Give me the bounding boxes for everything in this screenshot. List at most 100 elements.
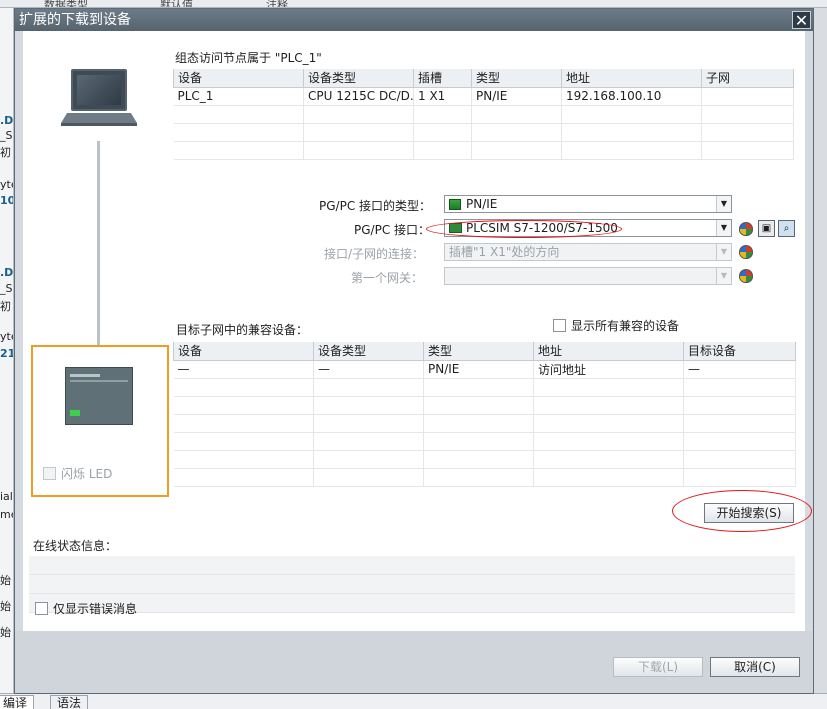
bg-frag: 始 <box>0 574 11 587</box>
bg-frag: 21 <box>0 347 14 360</box>
errors-only-checkbox[interactable] <box>35 602 48 615</box>
col-device-type[interactable]: 设备类型 <box>313 342 424 361</box>
chevron-down-icon: ▼ <box>716 268 731 284</box>
table-row[interactable]: — — PN/IE 访问地址 — <box>173 360 796 379</box>
bg-frag: _Sw <box>0 282 13 295</box>
col-device-type[interactable]: 设备类型 <box>303 69 414 88</box>
col-type[interactable]: 类型 <box>423 342 534 361</box>
cell-device: — <box>173 360 314 379</box>
pg-pc-laptop-icon <box>61 69 137 131</box>
col-type[interactable]: 类型 <box>471 69 562 88</box>
col-address[interactable]: 地址 <box>533 342 684 361</box>
target-device-box: 闪烁 LED <box>31 345 169 497</box>
cell-type: PN/IE <box>471 87 562 106</box>
bg-frag: me <box>0 508 13 521</box>
dialog-title: 扩展的下载到设备 <box>19 12 131 28</box>
plc-device-icon <box>65 367 133 425</box>
search-icon[interactable]: ⌕ <box>778 220 795 237</box>
close-button[interactable]: ✕ <box>792 11 811 29</box>
cancel-button[interactable]: 取消(C) <box>710 657 800 677</box>
online-status-label: 在线状态信息： <box>33 539 118 553</box>
connection-line <box>97 141 100 369</box>
flash-led-label: 闪烁 LED <box>61 467 113 481</box>
pgpc-type-value: PN/IE <box>466 197 498 211</box>
col-device[interactable]: 设备 <box>173 69 304 88</box>
col-device[interactable]: 设备 <box>173 342 314 361</box>
network-diagnostics-icon[interactable]: ▣ <box>758 220 775 237</box>
table-row <box>173 414 796 433</box>
table-row <box>173 141 794 160</box>
bg-frag: 初 <box>0 300 11 313</box>
gateway-shield-icon[interactable] <box>739 269 753 283</box>
table-row <box>173 378 796 397</box>
bg-frag: 始 <box>0 600 11 613</box>
table-row <box>173 123 794 142</box>
show-all-label: 显示所有兼容的设备 <box>571 319 680 333</box>
bg-frag: .D <box>0 266 14 279</box>
subnet-connection-select[interactable]: 插槽"1 X1"处的方向 ▼ <box>444 243 732 261</box>
online-status-list <box>29 556 795 613</box>
show-all-checkbox[interactable] <box>553 319 566 332</box>
connection-shield-icon[interactable] <box>739 245 753 259</box>
bg-frag: .D <box>0 114 14 127</box>
first-gateway-select[interactable]: ▼ <box>444 267 732 285</box>
errors-only-row: 仅显示错误消息 <box>35 600 137 617</box>
subnet-connection-value: 插槽"1 X1"处的方向 <box>449 245 560 259</box>
table-row <box>173 105 794 124</box>
bg-frag: yte <box>0 178 13 191</box>
bg-frag: 始 <box>0 626 11 639</box>
pgpc-type-label: PG/PC 接口的类型： <box>319 199 432 213</box>
properties-shield-icon[interactable] <box>739 222 753 236</box>
bg-header-comment: 注释 <box>266 0 288 8</box>
chevron-down-icon: ▼ <box>716 244 731 260</box>
bg-frag: 初 <box>0 146 11 159</box>
chevron-down-icon[interactable]: ▼ <box>716 220 731 236</box>
pgpc-interface-label: PG/PC 接口： <box>354 223 431 237</box>
annotation-circle-interface <box>426 220 622 238</box>
network-icon <box>449 198 461 210</box>
bg-frag: _Sw <box>0 129 13 142</box>
chevron-down-icon[interactable]: ▼ <box>716 196 731 212</box>
extended-download-dialog: 扩展的下载到设备 ✕ 闪烁 LED 组态访问节点属于 "PLC_1" 设备 设备… <box>14 8 814 694</box>
topology-panel: 闪烁 LED <box>23 31 169 511</box>
col-slot[interactable]: 插槽 <box>413 69 472 88</box>
cell-device-type: — <box>313 360 424 379</box>
tab-compile[interactable]: 编译 <box>0 695 35 709</box>
cell-address: 访问地址 <box>533 360 684 379</box>
annotation-circle-search <box>672 490 812 532</box>
col-address[interactable]: 地址 <box>561 69 702 88</box>
cell-target-device: — <box>683 360 796 379</box>
list-item <box>29 575 795 594</box>
table-row <box>173 396 796 415</box>
cell-device-type: CPU 1215C DC/D... <box>303 87 414 106</box>
table-row[interactable]: PLC_1 CPU 1215C DC/D... 1 X1 PN/IE 192.1… <box>173 87 794 106</box>
configured-nodes-table: 设备 设备类型 插槽 类型 地址 子网 PLC_1 CPU 1215C DC/D… <box>173 69 794 160</box>
bg-frag: 10 <box>0 194 14 207</box>
list-item <box>29 594 795 613</box>
background-left-panel: .D _Sw 初 yte 10 .D _Sw 初 yte 21 ial me 始… <box>0 8 14 709</box>
cell-slot: 1 X1 <box>413 87 472 106</box>
subnet-connection-label: 接口/子网的连接： <box>324 247 425 261</box>
tab-syntax[interactable]: 语法 <box>50 695 89 709</box>
bg-frag: ial <box>0 490 13 503</box>
cell-address: 192.168.100.10 <box>561 87 702 106</box>
dialog-titlebar: 扩展的下载到设备 ✕ <box>15 9 813 31</box>
cell-subnet <box>701 87 794 106</box>
table-row <box>173 432 796 451</box>
bg-frag: yte <box>0 330 13 343</box>
background-header-strip: 数据类型 默认值 注释 <box>0 0 827 8</box>
col-target-device[interactable]: 目标设备 <box>683 342 796 361</box>
bg-header-datatype: 数据类型 <box>44 0 88 8</box>
config-table-header: 设备 设备类型 插槽 类型 地址 子网 <box>173 69 794 88</box>
cell-type: PN/IE <box>423 360 534 379</box>
table-row <box>173 468 796 487</box>
background-bottom-tabs: 编译 语法 <box>0 693 827 709</box>
cell-device: PLC_1 <box>173 87 304 106</box>
download-button[interactable]: 下载(L) <box>613 657 703 677</box>
col-subnet[interactable]: 子网 <box>701 69 794 88</box>
flash-led-checkbox[interactable] <box>43 467 56 480</box>
compatible-devices-header: 目标子网中的兼容设备： <box>176 323 309 337</box>
flash-led-row: 闪烁 LED <box>43 465 112 482</box>
pgpc-type-select[interactable]: PN/IE ▼ <box>444 195 732 213</box>
table-row <box>173 450 796 469</box>
